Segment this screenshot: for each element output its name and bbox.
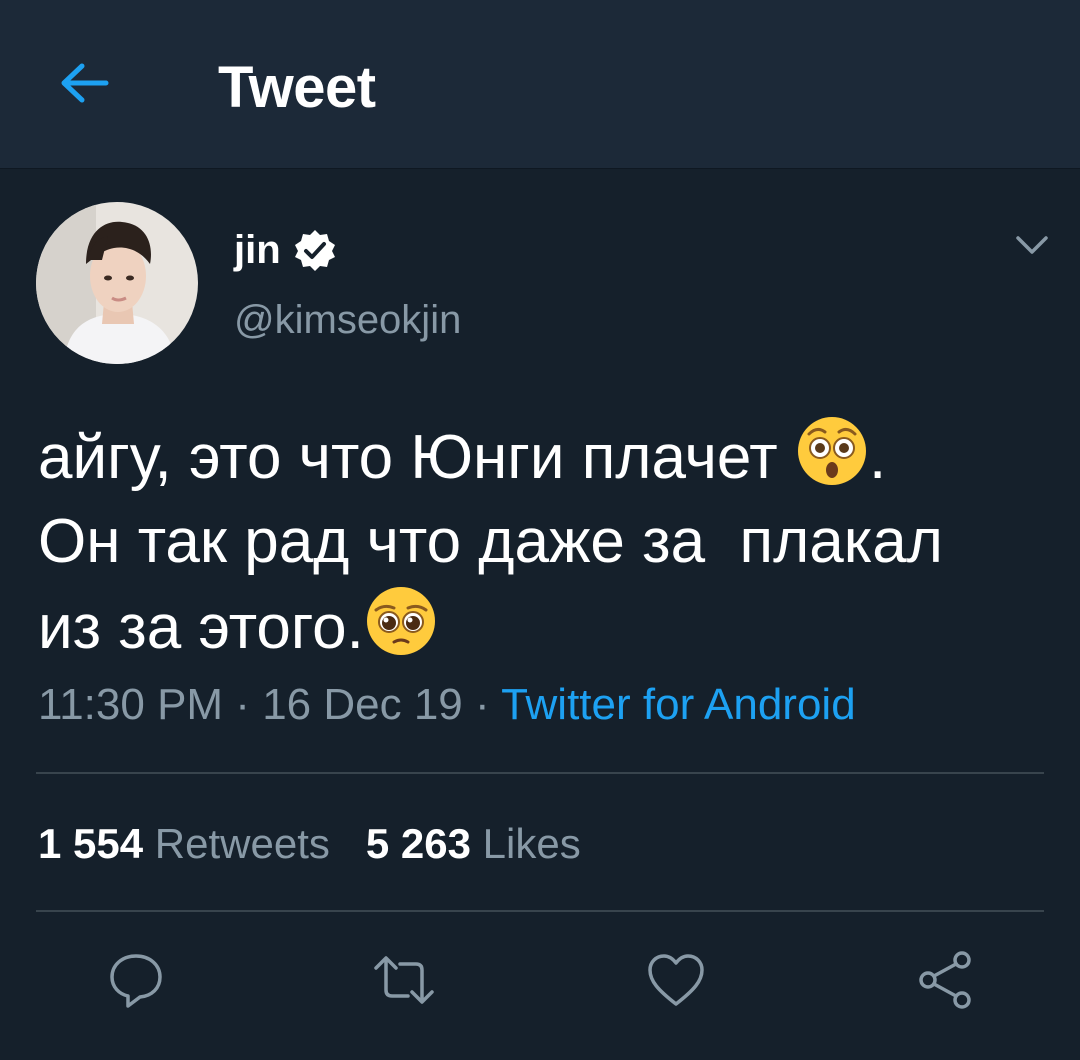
- display-name[interactable]: jin: [234, 228, 281, 273]
- chevron-down-icon[interactable]: [1012, 226, 1052, 266]
- tweet-meta: 11:30 PM · 16 Dec 19 · Twitter for Andro…: [38, 680, 856, 730]
- tweet-line-1: айгу, это что Юнги плачет .: [38, 414, 1048, 500]
- tweet-line-3: из за этого.: [38, 584, 1048, 670]
- divider: [36, 772, 1044, 774]
- likes-count: 5 263: [365, 820, 471, 867]
- engagement-stats: 1 554 Retweets 5 263 Likes: [38, 820, 581, 868]
- retweet-icon[interactable]: [372, 948, 436, 1012]
- tweet-time: 11:30 PM: [38, 680, 224, 729]
- reply-icon[interactable]: [104, 948, 168, 1012]
- likes-label: Likes: [482, 820, 581, 867]
- back-arrow-icon[interactable]: [56, 58, 112, 108]
- user-handle[interactable]: @kimseokjin: [234, 298, 461, 343]
- tweet-text: айгу, это что Юнги плачет . Он так рад ч…: [38, 414, 1048, 670]
- verified-badge-icon: [294, 230, 335, 271]
- tweet-line-2: Он так рад что даже за плакал: [38, 507, 943, 576]
- likes-stat[interactable]: 5 263 Likes: [366, 820, 581, 867]
- meta-separator: ·: [462, 680, 502, 729]
- avatar-image: [36, 202, 198, 364]
- top-bar: Tweet: [0, 0, 1080, 169]
- tweet-source-link[interactable]: Twitter for Android: [501, 680, 856, 729]
- avatar[interactable]: [36, 202, 198, 364]
- meta-separator: ·: [223, 680, 263, 729]
- retweets-stat[interactable]: 1 554 Retweets: [38, 820, 330, 867]
- astonished-face-icon: [797, 417, 866, 485]
- like-icon[interactable]: [644, 948, 708, 1012]
- page-title: Tweet: [218, 55, 376, 120]
- divider: [36, 910, 1044, 912]
- retweets-count: 1 554: [38, 820, 144, 867]
- author-name-row: jin: [234, 220, 337, 280]
- tweet-date: 16 Dec 19: [262, 680, 463, 729]
- pleading-face-icon: [366, 587, 435, 655]
- retweets-label: Retweets: [154, 820, 330, 867]
- share-icon[interactable]: [914, 948, 978, 1012]
